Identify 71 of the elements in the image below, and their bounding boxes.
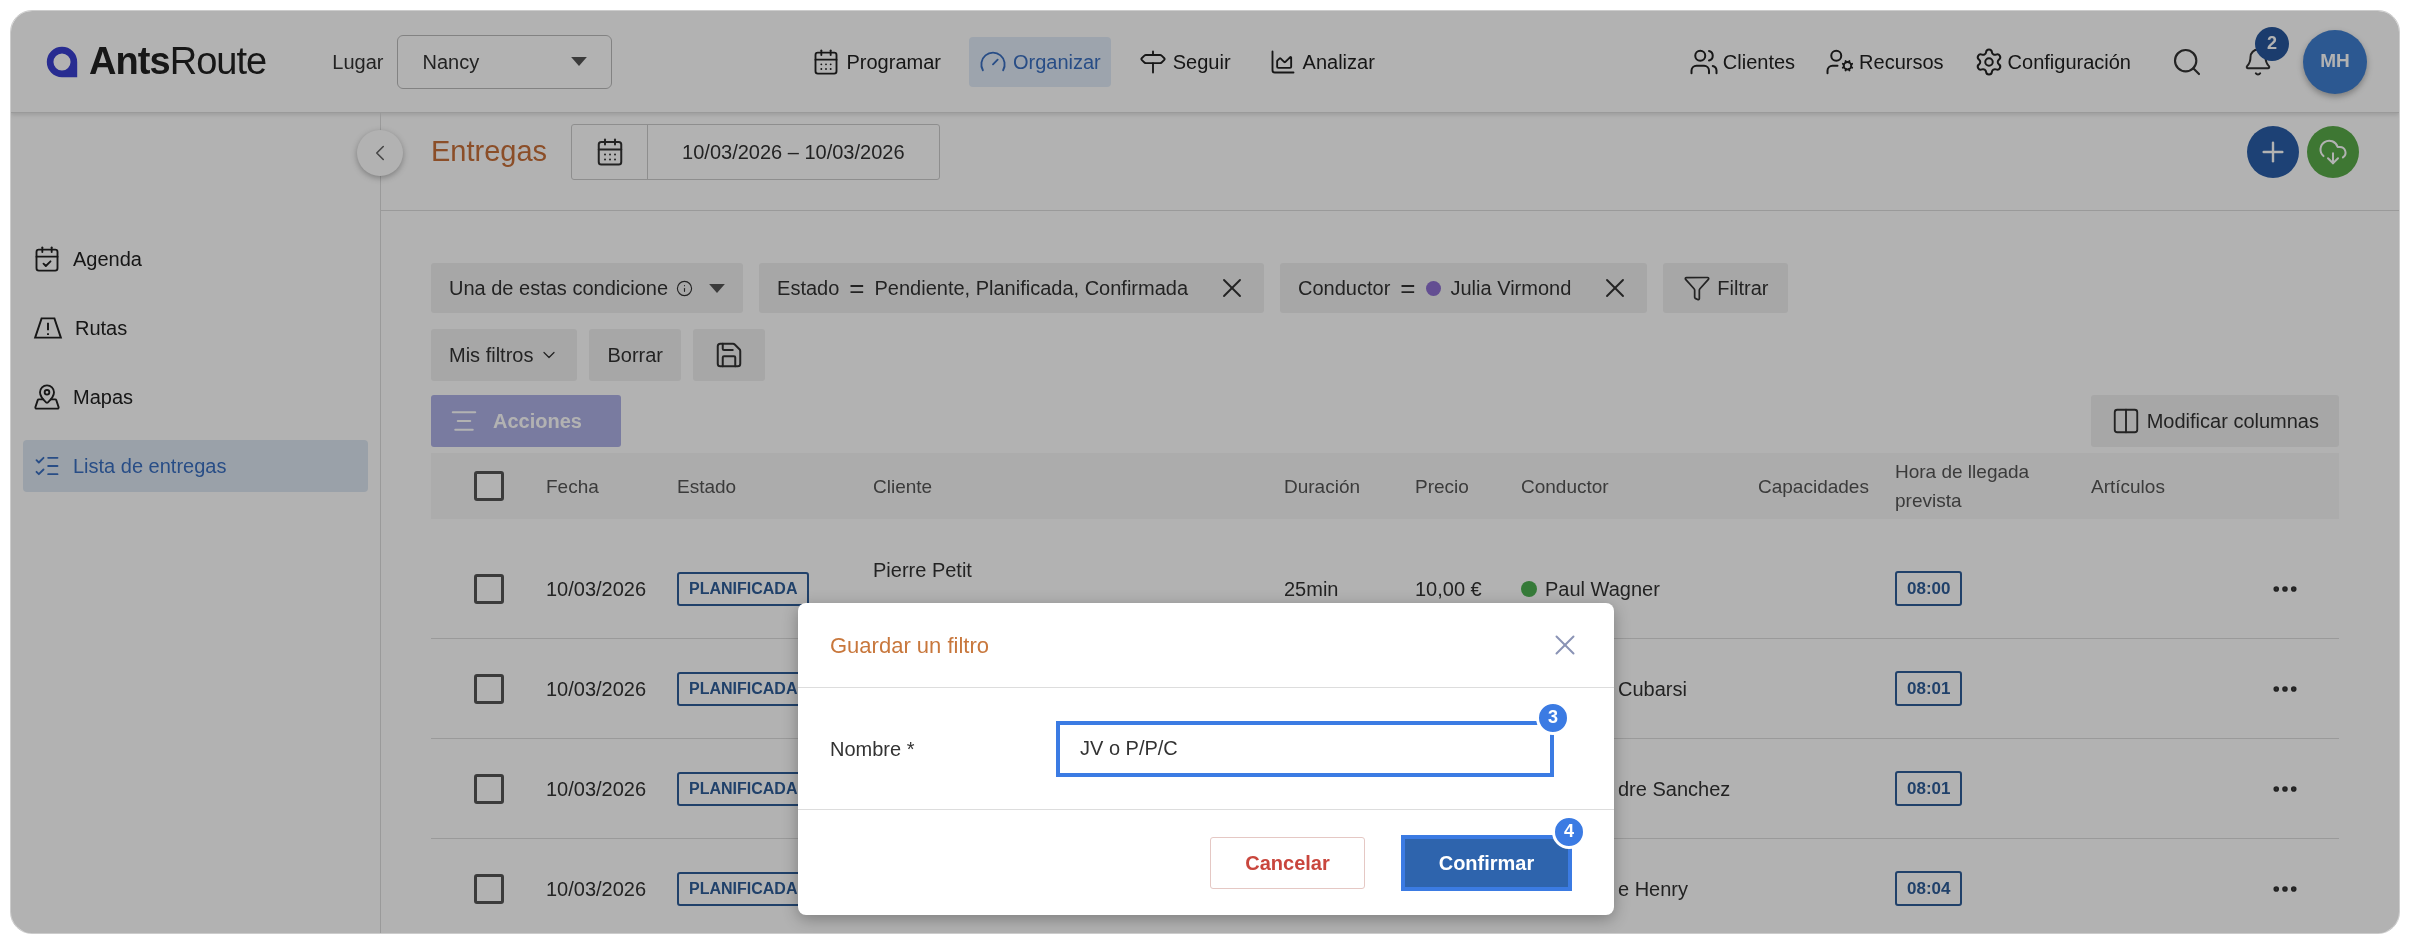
client-name: Pierre Petit bbox=[873, 559, 972, 581]
calendar-check-icon bbox=[33, 245, 61, 273]
eta-badge: 08:01 bbox=[1895, 770, 1963, 807]
sidebar-item[interactable]: Rutas bbox=[23, 302, 368, 354]
driver-name: e Henry bbox=[1618, 876, 1689, 902]
column-header: Conductor bbox=[1521, 474, 1610, 499]
field-label: Nombre * bbox=[830, 736, 916, 762]
cancel-button[interactable]: Cancelar bbox=[1210, 836, 1365, 889]
date-cell-text: 10/03/2026 bbox=[546, 676, 648, 702]
filter-value: Pendiente, Planificada, Confirmada bbox=[874, 276, 1189, 301]
filter-operator: = bbox=[1400, 275, 1416, 301]
date-range-picker[interactable]: 10/03/2026 – 10/03/2026 bbox=[571, 123, 940, 180]
info-icon bbox=[676, 279, 694, 297]
clear-button[interactable]: Borrar bbox=[589, 329, 682, 381]
filter-value: Julia Virmond bbox=[1450, 276, 1572, 301]
driver-name: Paul Wagner bbox=[1545, 576, 1660, 602]
date-cell-text: 10/03/2026 bbox=[546, 876, 648, 902]
place-select[interactable]: Nancy bbox=[397, 34, 613, 89]
column-header: Artículos bbox=[2091, 474, 2166, 499]
select-all-checkbox[interactable] bbox=[473, 471, 504, 501]
row-checkbox[interactable] bbox=[473, 673, 504, 704]
my-filters-button[interactable]: Mis filtros bbox=[431, 329, 578, 381]
duration-cell: 25min bbox=[1284, 577, 1339, 600]
eta-badge: 08:04 bbox=[1895, 870, 1963, 907]
caret-icon bbox=[709, 283, 726, 293]
filter-chip[interactable]: Conductor = Julia Virmond bbox=[1280, 263, 1648, 313]
eta-badge: 08:01 bbox=[1895, 670, 1963, 707]
nav-tab[interactable]: Seguir bbox=[1128, 36, 1241, 87]
nav-link[interactable]: Configuración bbox=[1973, 46, 2131, 77]
map-icon bbox=[33, 383, 61, 411]
download-button[interactable] bbox=[2307, 125, 2359, 178]
nav-link[interactable]: Clientes bbox=[1688, 46, 1796, 77]
eta-badge: 08:00 bbox=[1895, 570, 1963, 607]
nav-tab[interactable]: Analizar bbox=[1258, 36, 1385, 87]
condition-select[interactable]: Una de estas condicione bbox=[431, 263, 744, 313]
column-header: Capacidades bbox=[1758, 474, 1870, 499]
sidebar-item[interactable]: Mapas bbox=[23, 371, 368, 423]
save-button[interactable] bbox=[693, 329, 766, 381]
status-badge: PLANIFICADA bbox=[677, 571, 810, 606]
column-header: Cliente bbox=[873, 474, 934, 499]
price-cell: 10,00 € bbox=[1415, 577, 1482, 600]
column-header: Precio bbox=[1415, 474, 1470, 499]
column-header: Duración bbox=[1284, 474, 1362, 499]
nav-link[interactable]: Recursos bbox=[1825, 46, 1944, 77]
filter-button[interactable]: Filtrar bbox=[1663, 263, 1789, 313]
sidebar-item[interactable]: Agenda bbox=[23, 233, 368, 285]
date-range: 10/03/2026 – 10/03/2026 bbox=[681, 139, 906, 165]
row-checkbox[interactable] bbox=[473, 873, 504, 904]
page-title: Entregas bbox=[431, 133, 548, 169]
nav-tab[interactable]: Programar bbox=[802, 36, 951, 87]
caret-icon bbox=[571, 57, 588, 66]
filter-field: Conductor bbox=[1298, 273, 1391, 303]
driver-name: dre Sanchez bbox=[1618, 776, 1731, 802]
filter-field: Estado bbox=[777, 273, 840, 303]
funnel-icon bbox=[1683, 274, 1712, 302]
road-icon bbox=[33, 315, 63, 341]
column-header: Fecha bbox=[546, 474, 600, 499]
row-checkbox[interactable] bbox=[473, 573, 504, 604]
filter-operator: = bbox=[849, 275, 865, 301]
place-label: Lugar bbox=[332, 49, 384, 75]
notification-count: 2 bbox=[2255, 26, 2289, 61]
column-header: Hora de llegada prevista bbox=[1895, 460, 2031, 513]
date-cell-text: 10/03/2026 bbox=[546, 576, 648, 602]
logo-text: AntsRoute bbox=[89, 39, 267, 84]
column-header: Estado bbox=[677, 474, 738, 499]
filter-chip[interactable]: Estado = Pendiente, Planificada, Confirmada bbox=[759, 263, 1265, 313]
modify-columns-button[interactable]: Modificar columnas bbox=[2090, 395, 2339, 447]
add-button[interactable] bbox=[2247, 125, 2299, 178]
row-checkbox[interactable] bbox=[473, 773, 504, 804]
date-cell-text: 10/03/2026 bbox=[546, 776, 648, 802]
driver-name: Cubarsi bbox=[1618, 676, 1687, 702]
